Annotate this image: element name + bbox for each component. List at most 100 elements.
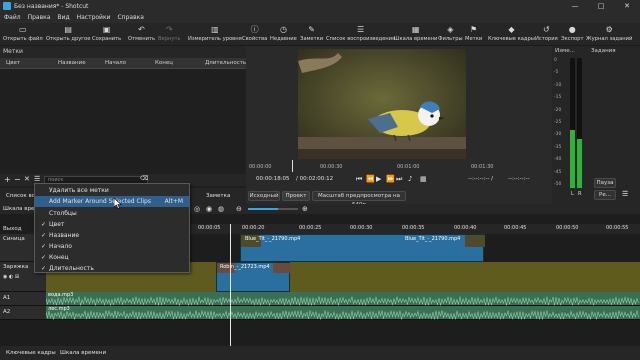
track-output-label: Выход bbox=[3, 226, 22, 232]
clip-blue-tit-1[interactable]: Blue_Tit_-_21790.mp4 Blue_Tit_-_21790.mp… bbox=[240, 234, 485, 262]
shotcut-logo-icon bbox=[3, 2, 11, 10]
meter-scale-tick: -10 bbox=[554, 82, 562, 88]
meter-scale-tick: -5 bbox=[554, 70, 559, 76]
clip-audio-forest[interactable]: лес.mp3 bbox=[46, 306, 640, 320]
channel-left-label: L bbox=[571, 191, 574, 197]
out-point-label: --:--:--:-- bbox=[508, 176, 530, 182]
menu-item-column-color[interactable]: ✓ Цвет bbox=[35, 219, 189, 230]
track-v1-controls-icon[interactable]: ◉ ◐ ⊞ bbox=[3, 274, 19, 280]
meter-scale-tick: -45 bbox=[554, 169, 562, 175]
clip-robin[interactable]: Robin_-_21723.mp4 bbox=[216, 262, 291, 292]
title-bar: Без названия* - Shotcut — □ ✕ bbox=[0, 0, 640, 12]
tab-project[interactable]: Проект bbox=[282, 191, 310, 201]
menu-item-remove-all-markers[interactable]: Удалить все метки bbox=[35, 185, 189, 196]
open-other-icon: ▤ bbox=[64, 25, 72, 34]
menu-icon[interactable]: ☰ bbox=[34, 175, 40, 183]
preview-scale-button[interactable]: Масштаб предпросмотра на 540p bbox=[312, 191, 406, 208]
recent-button[interactable]: ◷ Недавние bbox=[270, 24, 297, 45]
pause-button[interactable]: Пауза bbox=[594, 178, 616, 188]
menu-help[interactable]: Справка bbox=[117, 14, 143, 21]
add-marker-icon[interactable]: + bbox=[4, 175, 11, 184]
timeline-playhead[interactable] bbox=[230, 224, 231, 346]
video-preview[interactable] bbox=[298, 49, 466, 159]
recent-icon: ◷ bbox=[279, 25, 287, 34]
menu-settings[interactable]: Настройки bbox=[77, 14, 111, 21]
redo-button[interactable]: ↷ Вернуть bbox=[158, 24, 181, 45]
jobs-button[interactable]: ⚙ Журнал заданий bbox=[586, 24, 632, 45]
clear-icon[interactable]: ✕ bbox=[24, 175, 30, 183]
menu-item-column-end[interactable]: ✓ Конец bbox=[35, 252, 189, 263]
fast-forward-icon[interactable]: ⏩ bbox=[386, 175, 395, 183]
column-color[interactable]: Цвет bbox=[6, 60, 20, 66]
export-button[interactable]: ● Экспорт bbox=[561, 24, 584, 45]
player-playhead[interactable] bbox=[292, 160, 293, 172]
menu-item-columns[interactable]: Столбцы bbox=[35, 208, 189, 219]
jobs-more-button[interactable]: Ре... bbox=[594, 190, 616, 200]
mouse-cursor-icon bbox=[114, 198, 122, 209]
zoom-slider[interactable] bbox=[248, 208, 298, 210]
ripple-icon[interactable]: ◍ bbox=[218, 205, 224, 213]
peak-meter-button[interactable]: ▥ Измеритель уровня bbox=[188, 24, 242, 45]
column-duration[interactable]: Длительность bbox=[205, 60, 246, 66]
player-ruler[interactable]: 00:00:00 00:00:30 00:01:00 00:01:30 bbox=[246, 160, 552, 172]
markers-list[interactable] bbox=[0, 68, 246, 174]
skip-previous-icon[interactable]: ⏮ bbox=[356, 175, 362, 184]
notes-button[interactable]: ✎ Заметки bbox=[300, 24, 323, 45]
jobs-menu-icon[interactable]: ☰ bbox=[622, 190, 628, 198]
timeline-button[interactable]: ▦ Шкала времени bbox=[394, 24, 437, 45]
redo-icon: ↷ bbox=[165, 25, 173, 34]
export-icon: ● bbox=[568, 25, 576, 34]
menu-item-column-name[interactable]: ✓ Название bbox=[35, 230, 189, 241]
filters-button[interactable]: ◈ Фильтры bbox=[438, 24, 463, 45]
zoom-in-icon[interactable]: ⊕ bbox=[302, 205, 308, 213]
play-icon[interactable]: ▶ bbox=[376, 175, 381, 183]
track-header-a1[interactable]: A1 bbox=[0, 292, 46, 306]
snap-icon[interactable]: ◎ bbox=[194, 205, 200, 213]
clear-search-icon[interactable]: ⌫ bbox=[140, 175, 148, 182]
skip-next-icon[interactable]: ⏭ bbox=[396, 175, 402, 184]
meter-left-fill bbox=[570, 129, 575, 188]
minimize-button[interactable]: — bbox=[562, 0, 588, 12]
meter-scale-tick: -15 bbox=[554, 95, 562, 101]
menu-item-add-marker-around-clips[interactable]: Add Marker Around Selected Clips Alt+M bbox=[35, 196, 189, 207]
grid-icon[interactable]: ▦ bbox=[420, 175, 427, 183]
menu-file[interactable]: Файл bbox=[4, 14, 21, 21]
close-button[interactable]: ✕ bbox=[614, 0, 640, 12]
tab-timeline-bottom[interactable]: Шкала времени bbox=[60, 350, 106, 356]
column-end[interactable]: Конец bbox=[155, 60, 173, 66]
markers-button[interactable]: ⚑ Метки bbox=[465, 24, 482, 45]
markers-panel-title: Метки bbox=[3, 48, 23, 55]
menu-view[interactable]: Вид bbox=[57, 14, 69, 21]
scrub-icon[interactable]: ◉ bbox=[206, 205, 212, 213]
column-name[interactable]: Название bbox=[58, 60, 86, 66]
keyframes-button[interactable]: ◆ Ключевые кадры bbox=[488, 24, 535, 45]
properties-button[interactable]: ⓘ Свойства bbox=[242, 24, 267, 45]
markers-table-header: Цвет Название Начало Конец Длительность bbox=[0, 58, 246, 68]
tab-keyframes[interactable]: Ключевые кадры bbox=[6, 350, 56, 356]
save-button[interactable]: ▣ Сохранить bbox=[92, 24, 121, 45]
open-other-button[interactable]: ▤ Открыть другое bbox=[46, 24, 90, 45]
zoom-out-icon[interactable]: ⊖ bbox=[236, 205, 242, 213]
column-start[interactable]: Начало bbox=[105, 60, 126, 66]
tab-notes[interactable]: Заметка bbox=[206, 193, 230, 199]
timecode-field[interactable]: 00:00:18:05 bbox=[256, 176, 290, 182]
maximize-button[interactable]: □ bbox=[588, 0, 614, 12]
timeline-icon: ▦ bbox=[411, 25, 420, 34]
menu-item-column-duration[interactable]: ✓ Длительность bbox=[35, 263, 189, 273]
tab-source[interactable]: Исходный bbox=[248, 191, 280, 201]
menu-edit[interactable]: Правка bbox=[28, 14, 51, 21]
meter-right bbox=[577, 58, 582, 188]
track-header-a2[interactable]: A2 bbox=[0, 306, 46, 320]
notes-icon: ✎ bbox=[308, 25, 315, 34]
remove-marker-icon[interactable]: − bbox=[14, 175, 21, 184]
waveform-a2 bbox=[46, 310, 639, 320]
playlist-button[interactable]: ☰ Список воспроизведения bbox=[326, 24, 395, 45]
meter-scale-tick: -25 bbox=[554, 120, 562, 125]
clip-audio-water[interactable]: вода.mp3 bbox=[46, 292, 640, 306]
undo-button[interactable]: ↶ Отменить bbox=[128, 24, 155, 45]
history-button[interactable]: ↺ История bbox=[535, 24, 558, 45]
open-file-button[interactable]: ▭ Открыть файл bbox=[3, 24, 43, 45]
volume-icon[interactable]: ♪ bbox=[408, 175, 412, 183]
menu-item-column-start[interactable]: ✓ Начало bbox=[35, 241, 189, 252]
rewind-icon[interactable]: ⏪ bbox=[366, 175, 375, 183]
